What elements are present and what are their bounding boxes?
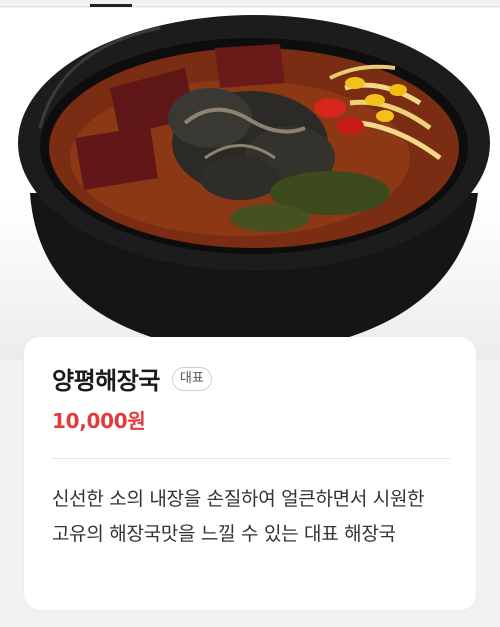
menu-price: 10,000원 [52,409,146,433]
menu-info-card: 양평해장국 대표 10,000원 신선한 소의 내장을 손질하여 얼큰하면서 시… [24,337,476,610]
divider [52,458,450,459]
signature-badge: 대표 [171,366,212,391]
top-tab-divider [0,6,500,7]
title-row: 양평해장국 대표 [52,361,212,396]
active-tab-indicator [90,4,132,7]
menu-title: 양평해장국 [52,367,160,395]
menu-photo [0,8,500,360]
menu-description: 신선한 소의 내장을 손질하여 얼큰하면서 시원한 고유의 해장국맛을 느낄 수… [52,488,425,545]
